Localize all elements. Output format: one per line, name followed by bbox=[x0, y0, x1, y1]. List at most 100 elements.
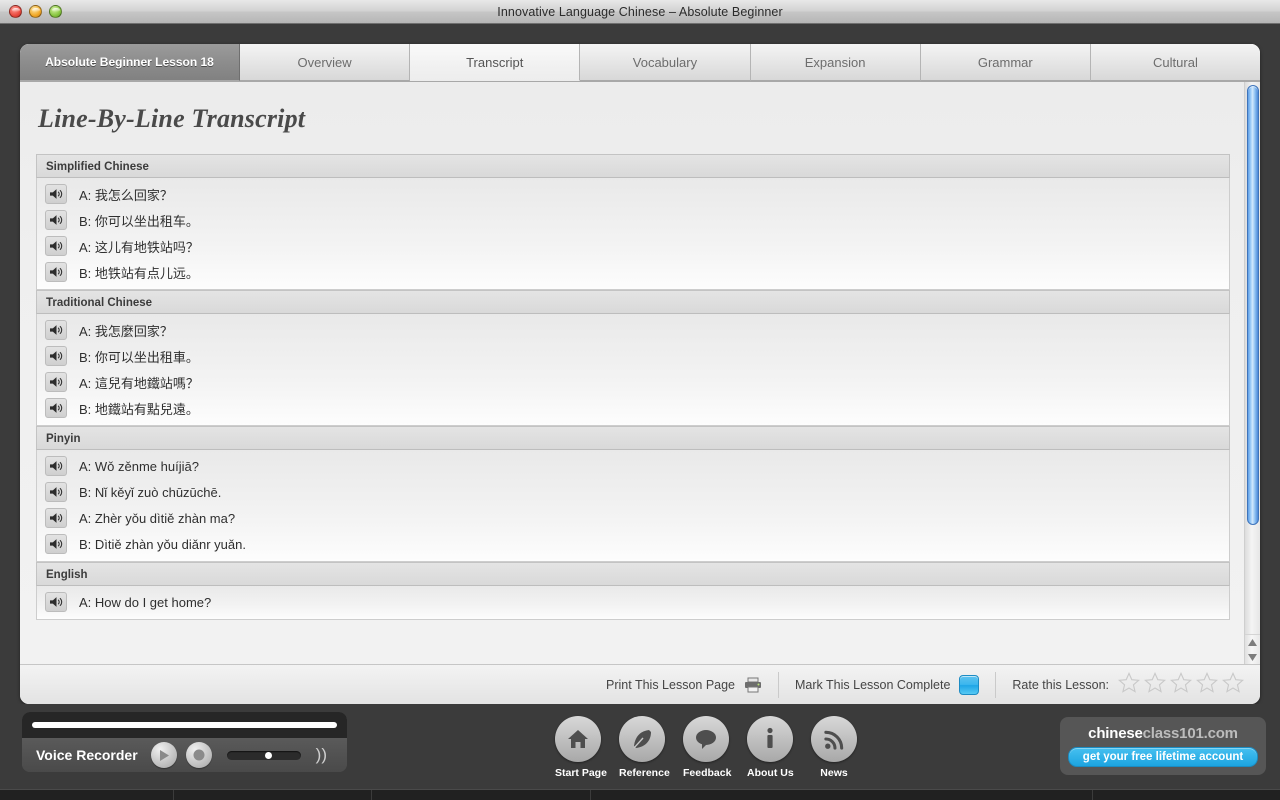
speaker-icon[interactable] bbox=[45, 184, 67, 204]
tab-vocabulary[interactable]: Vocabulary bbox=[580, 44, 751, 81]
rating-star[interactable] bbox=[1144, 671, 1166, 698]
rating-star[interactable] bbox=[1170, 671, 1192, 698]
transcript-line-text: B: 你可以坐出租车。 bbox=[79, 213, 199, 229]
tab-label: Vocabulary bbox=[632, 54, 698, 70]
tab-transcript[interactable]: Transcript bbox=[410, 44, 581, 81]
dock-item-feedback[interactable]: Feedback bbox=[683, 716, 732, 779]
promo-banner[interactable]: chineseclass101.com get your free lifeti… bbox=[1060, 717, 1266, 775]
transcript-line-text: A: 这儿有地铁站吗？ bbox=[79, 239, 199, 255]
transcript-line: B: 你可以坐出租車。 bbox=[37, 343, 1229, 369]
section-heading: Simplified Chinese bbox=[36, 154, 1230, 178]
promo-brand: chineseclass101.com bbox=[1088, 725, 1238, 742]
status-bar-filler bbox=[591, 789, 1094, 800]
status-bar: Open Lesson Drawer Clear All Lesson Rati… bbox=[0, 789, 1280, 800]
feather-icon[interactable] bbox=[619, 716, 665, 762]
speaker-icon[interactable] bbox=[45, 592, 67, 612]
transcript-line: A: 我怎么回家？ bbox=[37, 181, 1229, 207]
speaker-icon[interactable] bbox=[45, 534, 67, 554]
speaker-icon[interactable] bbox=[45, 482, 67, 502]
transcript-line: B: Nǐ kěyǐ zuò chūzūchē. bbox=[37, 479, 1229, 505]
tab-expansion[interactable]: Expansion bbox=[750, 44, 921, 81]
mark-complete-checkbox[interactable] bbox=[959, 674, 980, 695]
bottom-dock: Voice Recorder )) Start Page Reference Fee… bbox=[0, 704, 1280, 789]
scrollbar-track[interactable] bbox=[1245, 82, 1260, 634]
transcript-line-text: A: Wǒ zěnme huíjiā? bbox=[79, 458, 199, 474]
section-heading: Pinyin bbox=[36, 426, 1230, 450]
speaker-icon[interactable] bbox=[45, 508, 67, 528]
rating-star[interactable] bbox=[1222, 671, 1244, 698]
rss-icon[interactable] bbox=[811, 716, 857, 762]
speaker-icon[interactable] bbox=[45, 398, 67, 418]
page-title: Line-By-Line Transcript bbox=[38, 104, 306, 133]
rating-star[interactable] bbox=[1118, 671, 1140, 698]
speaker-icon[interactable] bbox=[45, 210, 67, 230]
mark-complete-group[interactable]: Mark This Lesson Complete bbox=[779, 671, 997, 698]
volume-slider-knob[interactable] bbox=[264, 751, 272, 759]
rate-lesson-group: Rate this Lesson: bbox=[996, 671, 1246, 698]
transcript-line-text: A: Zhèr yǒu dìtiě zhàn ma? bbox=[79, 510, 236, 526]
dock-item-reference[interactable]: Reference bbox=[619, 716, 670, 779]
section-body: A: 我怎麼回家？ B: 你可以坐出租車。 A: 這兒有地鐵站嗎？ B: 地鐵站… bbox=[36, 314, 1230, 426]
speaker-icon[interactable] bbox=[45, 456, 67, 476]
dock-item-label: Feedback bbox=[683, 767, 732, 779]
section-body: A: 我怎么回家？ B: 你可以坐出租车。 A: 这儿有地铁站吗？ B: 地铁站… bbox=[36, 178, 1230, 290]
transcript-line: B: 你可以坐出租车。 bbox=[37, 207, 1229, 233]
scrollbar-arrows bbox=[1245, 634, 1260, 664]
scroll-up-arrow[interactable] bbox=[1245, 635, 1260, 650]
transcript-line-text: B: 你可以坐出租車。 bbox=[79, 349, 199, 365]
dock-item-news[interactable]: News bbox=[811, 716, 857, 779]
transcript-line: A: Wǒ zěnme huíjiā? bbox=[37, 453, 1229, 479]
mark-all-incomplete-button[interactable]: Mark All Lessons Incomplete bbox=[372, 789, 592, 800]
recorder-volume-slider[interactable] bbox=[226, 750, 301, 760]
section-body: A: How do I get home? bbox=[36, 586, 1230, 620]
rating-star[interactable] bbox=[1196, 671, 1218, 698]
tab-label: Absolute Beginner Lesson 18 bbox=[45, 55, 214, 69]
transcript-line: A: How do I get home? bbox=[37, 589, 1229, 615]
dock-item-label: Reference bbox=[619, 767, 670, 779]
dock-item-start-page[interactable]: Start Page bbox=[555, 716, 607, 779]
tab-cultural[interactable]: Cultural bbox=[1090, 44, 1260, 81]
open-lesson-drawer-button[interactable]: Open Lesson Drawer bbox=[0, 789, 175, 800]
transcript-line-text: A: How do I get home? bbox=[79, 594, 212, 610]
dock-item-label: News bbox=[820, 767, 848, 779]
window-titlebar: Innovative Language Chinese – Absolute B… bbox=[0, 0, 1280, 24]
rating-stars[interactable] bbox=[1118, 671, 1244, 698]
transcript-line-text: B: 地铁站有点儿远。 bbox=[79, 265, 199, 281]
speaker-icon[interactable] bbox=[45, 236, 67, 256]
promo-brand-bold: chinese bbox=[1088, 725, 1143, 742]
speech-bubble-icon[interactable] bbox=[683, 716, 729, 762]
recorder-play-button[interactable] bbox=[150, 742, 177, 768]
transcript-line: A: 這兒有地鐵站嗎？ bbox=[37, 369, 1229, 395]
clear-all-ratings-button[interactable]: Clear All Lesson Ratings bbox=[174, 789, 373, 800]
speaker-icon[interactable] bbox=[45, 372, 67, 392]
dock-item-label: About Us bbox=[747, 767, 794, 779]
tab-grammar[interactable]: Grammar bbox=[920, 44, 1091, 81]
scrollbar-thumb[interactable] bbox=[1247, 85, 1259, 525]
section-heading: English bbox=[36, 562, 1230, 586]
info-icon[interactable] bbox=[747, 716, 793, 762]
tab-label: Overview bbox=[297, 54, 352, 70]
speaker-icon[interactable] bbox=[45, 346, 67, 366]
speaker-icon[interactable] bbox=[45, 262, 67, 282]
tab-label: Grammar bbox=[977, 54, 1033, 70]
transcript-line-text: B: Nǐ kěyǐ zuò chūzūchē. bbox=[79, 484, 222, 500]
transcript-line-text: A: 我怎麼回家？ bbox=[79, 323, 173, 339]
tab-overview[interactable]: Overview bbox=[240, 44, 411, 81]
speaker-icon[interactable] bbox=[45, 320, 67, 340]
tab-bar: Absolute Beginner Lesson 18 Overview Tra… bbox=[20, 44, 1260, 82]
printer-icon[interactable] bbox=[744, 677, 762, 693]
recorder-label: Voice Recorder bbox=[36, 747, 138, 763]
tab-lesson-title[interactable]: Absolute Beginner Lesson 18 bbox=[20, 44, 240, 81]
home-icon[interactable] bbox=[555, 716, 601, 762]
recorder-record-button[interactable] bbox=[185, 742, 212, 768]
scroll-down-arrow[interactable] bbox=[1245, 650, 1260, 664]
dock-item-about-us[interactable]: About Us bbox=[747, 716, 794, 779]
transcript-line: A: Zhèr yǒu dìtiě zhàn ma? bbox=[37, 505, 1229, 531]
recorder-waveform bbox=[32, 722, 337, 728]
volume-icon: )) bbox=[315, 745, 327, 764]
print-lesson-group[interactable]: Print This Lesson Page bbox=[590, 671, 780, 698]
vertical-scrollbar[interactable] bbox=[1244, 82, 1260, 664]
promo-cta-button[interactable]: get your free lifetime account bbox=[1067, 747, 1259, 767]
mark-complete-label[interactable]: Mark This Lesson Complete bbox=[795, 678, 950, 692]
print-lesson-label[interactable]: Print This Lesson Page bbox=[606, 678, 735, 692]
